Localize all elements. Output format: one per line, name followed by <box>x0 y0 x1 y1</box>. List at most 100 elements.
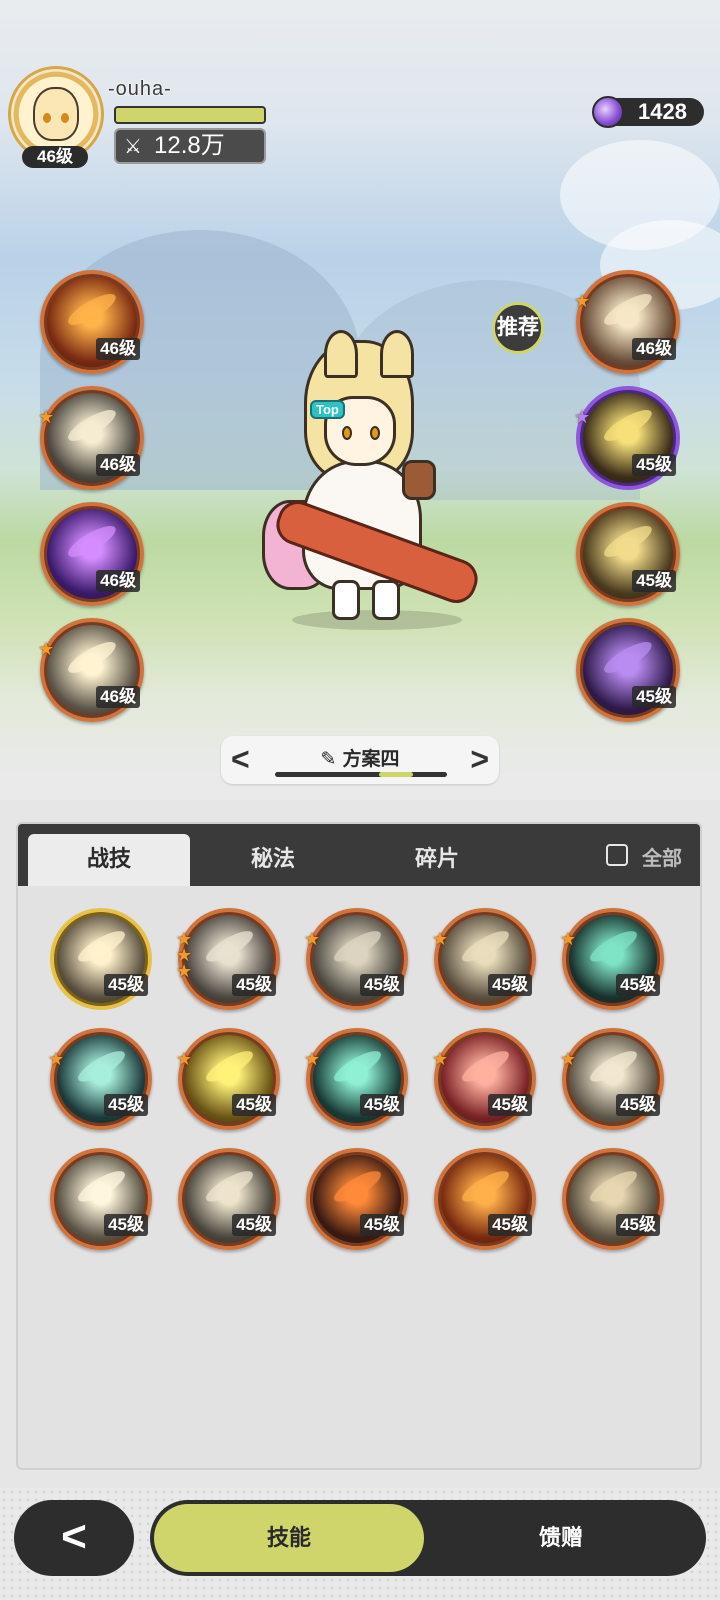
skill-effect-icon <box>201 926 256 968</box>
skill-grid-item[interactable]: ★ 45级 <box>432 1028 536 1130</box>
skill-effect-icon <box>329 1046 384 1088</box>
preset-page-indicator <box>275 772 447 777</box>
skill-level: 46级 <box>632 338 676 360</box>
skill-tabs: 战技 秘法 碎片 全部 <box>18 824 700 886</box>
skill-effect-icon <box>585 1166 640 1208</box>
star-icon: ★ <box>176 961 193 981</box>
skill-effect-icon <box>600 288 656 331</box>
skill-effect-icon <box>585 1046 640 1088</box>
skill-grid-item[interactable]: ★ 45级 <box>304 1028 408 1130</box>
player-level-badge: 46级 <box>22 146 88 168</box>
tab-secret-arts[interactable]: 秘法 <box>192 834 354 886</box>
character-leg <box>372 580 400 620</box>
skill-level: 46级 <box>96 570 140 592</box>
nav-gift-button[interactable]: 馈赠 <box>426 1504 696 1572</box>
nav-skills-button[interactable]: 技能 <box>154 1504 424 1572</box>
skill-effect-icon <box>457 1166 512 1208</box>
skill-effect-icon <box>585 926 640 968</box>
skill-level: 45级 <box>616 974 660 996</box>
skill-effect-icon <box>64 288 120 331</box>
skill-grid-item[interactable]: ★ 45级 <box>560 1028 664 1130</box>
skill-level: 46级 <box>96 686 140 708</box>
character-leg <box>332 580 360 620</box>
back-button[interactable]: < <box>14 1500 134 1576</box>
tab-combat-skills[interactable]: 战技 <box>28 834 190 886</box>
skill-level: 46级 <box>96 454 140 476</box>
equipped-skill-right-sword-buff[interactable]: ★ 46级 <box>574 270 680 374</box>
star-icon: ★ <box>560 929 577 949</box>
purple-gem-icon <box>592 96 624 128</box>
star-icon: ★ <box>304 929 321 949</box>
avatar-portrait <box>33 87 79 141</box>
skill-level: 45级 <box>104 1214 148 1236</box>
show-all-label: 全部 <box>642 848 682 870</box>
player-name: -ouha- <box>108 78 172 100</box>
skill-level: 45级 <box>632 686 676 708</box>
skill-grid-item[interactable]: ★ 45级 <box>304 908 408 1010</box>
skill-grid-item[interactable]: 45级 <box>178 1148 280 1250</box>
preset-selector: < ✎ 方案四 > <box>221 736 499 784</box>
skill-effect-icon <box>73 1046 128 1088</box>
skill-level: 45级 <box>632 570 676 592</box>
skill-level: 45级 <box>104 974 148 996</box>
skill-grid-item[interactable]: ★ 45级 <box>432 908 536 1010</box>
skill-effect-icon <box>64 404 120 447</box>
star-icon: ★ <box>574 407 591 427</box>
bottom-nav: 技能 馈赠 <box>150 1500 706 1576</box>
combat-power-value: 12.8万 <box>154 132 225 159</box>
equipped-skill-left-violet-orb[interactable]: 46级 <box>40 502 144 606</box>
star-icon: ★ <box>574 291 591 311</box>
equipped-skill-right-golden-spirit[interactable]: ★ 45级 <box>574 386 680 490</box>
skill-grid-item[interactable]: ★ 45级 <box>48 1028 152 1130</box>
skill-grid-item[interactable]: 45级 <box>306 1148 408 1250</box>
star-icon: ★ <box>432 1049 449 1069</box>
skill-effect-icon <box>457 1046 512 1088</box>
preset-name[interactable]: ✎ 方案四 <box>221 744 499 771</box>
character-eye <box>370 426 380 440</box>
equipped-skill-right-heal-aura[interactable]: 45级 <box>576 502 680 606</box>
skill-level: 45级 <box>632 454 676 476</box>
character-tag: Top <box>310 400 345 419</box>
show-all-checkbox[interactable] <box>606 844 628 866</box>
combat-power: ⚔ 12.8万 <box>114 128 266 164</box>
skill-level: 45级 <box>360 974 404 996</box>
skill-level: 45级 <box>360 1214 404 1236</box>
avatar-eye <box>61 113 69 123</box>
skill-effect-icon <box>64 636 120 679</box>
character-ear <box>324 330 358 378</box>
equipped-skill-right-shadow-summon[interactable]: 45级 <box>576 618 680 722</box>
skill-grid-item[interactable]: 45级 <box>562 1148 664 1250</box>
skill-grid-item[interactable]: ★ 45级 <box>560 908 664 1010</box>
skill-level: 45级 <box>488 974 532 996</box>
star-icon: ★ <box>48 1049 65 1069</box>
preset-next-button[interactable]: > <box>470 742 489 776</box>
skill-grid-item[interactable]: ★ ★ ★ 45级 <box>176 908 280 1010</box>
currency-amount: 1428 <box>638 99 687 124</box>
skill-effect-icon <box>600 636 656 679</box>
preset-page-indicator-active <box>379 772 413 777</box>
skill-level: 45级 <box>616 1214 660 1236</box>
skill-grid-item[interactable]: 45级 <box>50 908 152 1010</box>
skill-grid-item[interactable]: 45级 <box>434 1148 536 1250</box>
skill-level: 45级 <box>232 974 276 996</box>
skill-grid-item[interactable]: ★ 45级 <box>176 1028 280 1130</box>
tab-fragments[interactable]: 碎片 <box>356 834 518 886</box>
equipped-skill-left-light-slash[interactable]: ★ 46级 <box>38 618 144 722</box>
star-icon: ★ <box>38 639 55 659</box>
back-arrow-icon: < <box>61 1512 87 1561</box>
experience-bar <box>114 106 266 124</box>
star-icon: ★ <box>432 929 449 949</box>
star-icon: ★ <box>560 1049 577 1069</box>
skill-level: 45级 <box>488 1094 532 1116</box>
equipped-skill-left-flame-vortex[interactable]: 46级 <box>40 270 144 374</box>
star-icon: ★ <box>38 407 55 427</box>
equipped-skill-left-impact-strike[interactable]: ★ 46级 <box>38 386 144 490</box>
star-icon: ★ <box>304 1049 321 1069</box>
skill-grid-item[interactable]: 45级 <box>50 1148 152 1250</box>
skill-effect-icon <box>600 404 656 447</box>
skill-level: 45级 <box>232 1094 276 1116</box>
skill-effect-icon <box>201 1166 256 1208</box>
skill-effect-icon <box>329 1166 384 1208</box>
skill-level: 45级 <box>616 1094 660 1116</box>
skill-level: 46级 <box>96 338 140 360</box>
